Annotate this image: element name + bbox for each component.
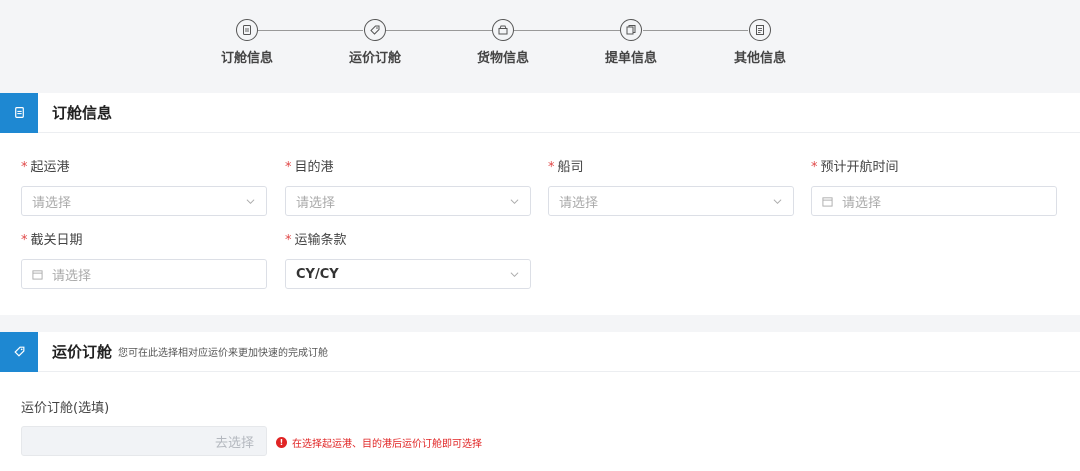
- date-placeholder: 请选择: [52, 268, 92, 284]
- calendar-icon: [822, 196, 833, 207]
- rate-warning: ! 在选择起运港、目的港后运价订舱即可选择: [276, 435, 482, 450]
- bill-icon: [620, 19, 642, 41]
- tag-icon: [0, 331, 38, 372]
- carrier-label: 船司: [557, 160, 584, 175]
- etd-date-picker[interactable]: 请选择: [811, 186, 1057, 216]
- section-header: 运价订舱 您可在此选择相对应运价来更加快速的完成订舱: [0, 331, 1080, 372]
- required-mark: *: [21, 160, 28, 175]
- cutoff-date-picker[interactable]: 请选择: [21, 259, 267, 289]
- step-label: 货物信息: [476, 51, 529, 66]
- step-cargo-info[interactable]: 货物信息: [463, 19, 543, 66]
- box-icon: [492, 19, 514, 41]
- select-placeholder: 请选择: [559, 195, 599, 211]
- step-bill-info[interactable]: 提单信息: [591, 19, 671, 66]
- cutoff-date-field: * 截关日期 请选择: [21, 232, 267, 289]
- step-connector: [643, 30, 748, 31]
- step-rate-booking[interactable]: 运价订舱: [335, 19, 415, 66]
- dest-port-select[interactable]: 请选择: [285, 186, 531, 216]
- document-icon: [236, 19, 258, 41]
- rate-booking-field: 运价订舱(选填): [21, 400, 109, 418]
- warning-text: 在选择起运港、目的港后运价订舱即可选择: [292, 439, 482, 450]
- required-mark: *: [21, 233, 28, 248]
- terms-value: CY/CY: [296, 266, 339, 282]
- chevron-down-icon: [510, 199, 519, 205]
- document-icon: [0, 92, 38, 133]
- dest-port-label: 目的港: [294, 160, 334, 175]
- section-hint: 您可在此选择相对应运价来更加快速的完成订舱: [118, 348, 329, 359]
- step-label: 订舱信息: [220, 51, 273, 66]
- alert-icon: !: [276, 437, 287, 448]
- cutoff-date-label: 截关日期: [30, 233, 83, 248]
- section-header: 订舱信息: [0, 92, 1080, 133]
- list-icon: [749, 19, 771, 41]
- step-label: 提单信息: [604, 51, 657, 66]
- origin-port-field: * 起运港 请选择: [21, 159, 267, 216]
- rate-booking-section: 运价订舱 您可在此选择相对应运价来更加快速的完成订舱 运价订舱(选填) 去选择 …: [0, 331, 1080, 471]
- required-mark: *: [285, 233, 292, 248]
- step-label: 运价订舱: [348, 51, 401, 66]
- select-placeholder: 请选择: [32, 195, 72, 211]
- required-mark: *: [548, 160, 555, 175]
- terms-select[interactable]: CY/CY: [285, 259, 531, 289]
- tag-icon: [364, 19, 386, 41]
- step-connector: [258, 30, 363, 31]
- step-label: 其他信息: [733, 51, 786, 66]
- booking-stepper: 订舱信息 运价订舱 货物信息 提单信息 其他信息: [0, 0, 1080, 92]
- rate-select-button[interactable]: 去选择: [21, 426, 267, 456]
- section-title: 订舱信息: [52, 104, 113, 122]
- rate-booking-label: 运价订舱(选填): [21, 401, 110, 416]
- terms-label: 运输条款: [294, 233, 347, 248]
- carrier-select[interactable]: 请选择: [548, 186, 794, 216]
- select-placeholder: 请选择: [296, 195, 336, 211]
- step-connector: [514, 30, 620, 31]
- origin-port-label: 起运港: [30, 160, 70, 175]
- step-other-info[interactable]: 其他信息: [720, 19, 800, 66]
- etd-label: 预计开航时间: [820, 160, 899, 175]
- date-placeholder: 请选择: [842, 195, 882, 211]
- origin-port-select[interactable]: 请选择: [21, 186, 267, 216]
- chevron-down-icon: [246, 199, 255, 205]
- required-mark: *: [285, 160, 292, 175]
- terms-field: * 运输条款 CY/CY: [285, 232, 531, 289]
- chevron-down-icon: [510, 272, 519, 278]
- etd-field: * 预计开航时间 请选择: [811, 159, 1057, 216]
- required-mark: *: [811, 160, 818, 175]
- booking-info-section: 订舱信息 * 起运港 请选择 * 目的港 请选择 * 船司 请选择 * 预计开航时间 请…: [0, 92, 1080, 315]
- calendar-icon: [32, 269, 43, 280]
- rate-select-box: 去选择: [21, 426, 267, 456]
- section-title: 运价订舱: [52, 343, 113, 361]
- dest-port-field: * 目的港 请选择: [285, 159, 531, 216]
- chevron-down-icon: [773, 199, 782, 205]
- step-connector: [386, 30, 492, 31]
- step-booking-info[interactable]: 订舱信息: [207, 19, 287, 66]
- carrier-field: * 船司 请选择: [548, 159, 794, 216]
